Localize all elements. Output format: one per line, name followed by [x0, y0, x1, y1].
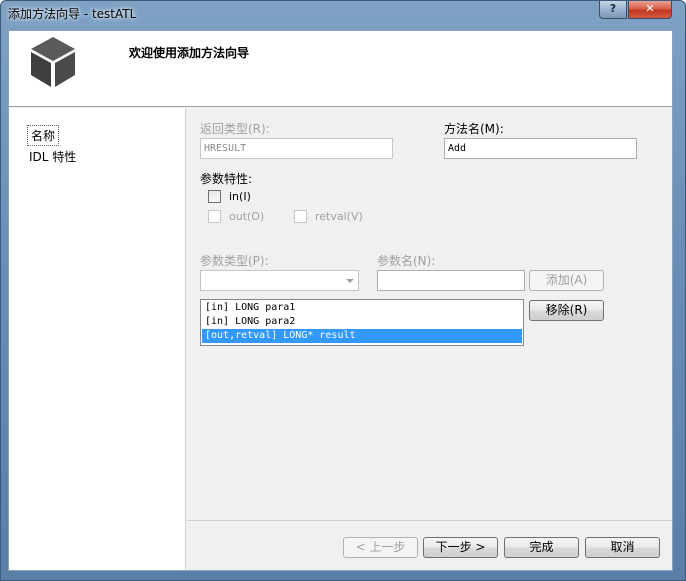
wizard-sidebar: 名称 IDL 特性: [9, 108, 186, 570]
param-type-dropdown[interactable]: [200, 270, 359, 291]
chevron-down-icon: [346, 279, 354, 283]
cube-logo-icon: [31, 37, 75, 87]
param-name-field[interactable]: [377, 270, 525, 291]
param-type-label: 参数类型(P):: [200, 254, 269, 268]
close-button[interactable]: ✕: [628, 1, 672, 19]
method-name-label: 方法名(M):: [444, 122, 504, 136]
page-title: 欢迎使用添加方法向导: [129, 46, 250, 60]
finish-button[interactable]: 完成: [504, 537, 579, 558]
out-checkbox[interactable]: [208, 210, 221, 223]
add-method-wizard-window: 添加方法向导 - testATL ? ✕ 欢迎使用添加方法向导 名称 IDL 特…: [0, 0, 686, 581]
param-name-label: 参数名(N):: [377, 254, 436, 268]
title-bar[interactable]: 添加方法向导 - testATL ? ✕: [1, 1, 686, 29]
retval-checkbox-label: retval(V): [315, 210, 363, 223]
remove-param-button[interactable]: 移除(R): [529, 300, 604, 321]
sidebar-item-names[interactable]: 名称: [27, 125, 60, 146]
next-button[interactable]: 下一步 >: [423, 537, 498, 558]
help-button[interactable]: ?: [599, 1, 627, 19]
previous-button[interactable]: < 上一步: [343, 537, 418, 558]
list-item[interactable]: [in] LONG para1: [202, 301, 522, 315]
out-checkbox-label: out(O): [229, 210, 265, 223]
wizard-main-panel: 返回类型(R): HRESULT 方法名(M): Add 参数特性: in(I)…: [187, 108, 672, 520]
return-type-label: 返回类型(R):: [200, 122, 270, 136]
wizard-footer: < 上一步 下一步 > 完成 取消: [187, 520, 672, 570]
add-param-button[interactable]: 添加(A): [529, 270, 604, 291]
method-name-field[interactable]: Add: [444, 138, 637, 159]
in-checkbox[interactable]: [208, 190, 221, 203]
params-listbox[interactable]: [in] LONG para1 [in] LONG para2 [out,ret…: [200, 299, 524, 346]
retval-checkbox[interactable]: [294, 210, 307, 223]
window-title: 添加方法向导 - testATL: [8, 7, 137, 21]
list-item[interactable]: [out,retval] LONG* result: [202, 329, 522, 343]
sidebar-item-idl-attributes[interactable]: IDL 特性: [29, 148, 76, 165]
in-checkbox-label: in(I): [229, 190, 251, 203]
cancel-button[interactable]: 取消: [585, 537, 660, 558]
param-attributes-label: 参数特性:: [200, 172, 253, 186]
return-type-field[interactable]: HRESULT: [200, 138, 393, 159]
wizard-client-area: 欢迎使用添加方法向导 名称 IDL 特性 返回类型(R): HRESULT 方法…: [8, 30, 673, 571]
list-item[interactable]: [in] LONG para2: [202, 315, 522, 329]
wizard-header: 欢迎使用添加方法向导: [9, 31, 672, 107]
